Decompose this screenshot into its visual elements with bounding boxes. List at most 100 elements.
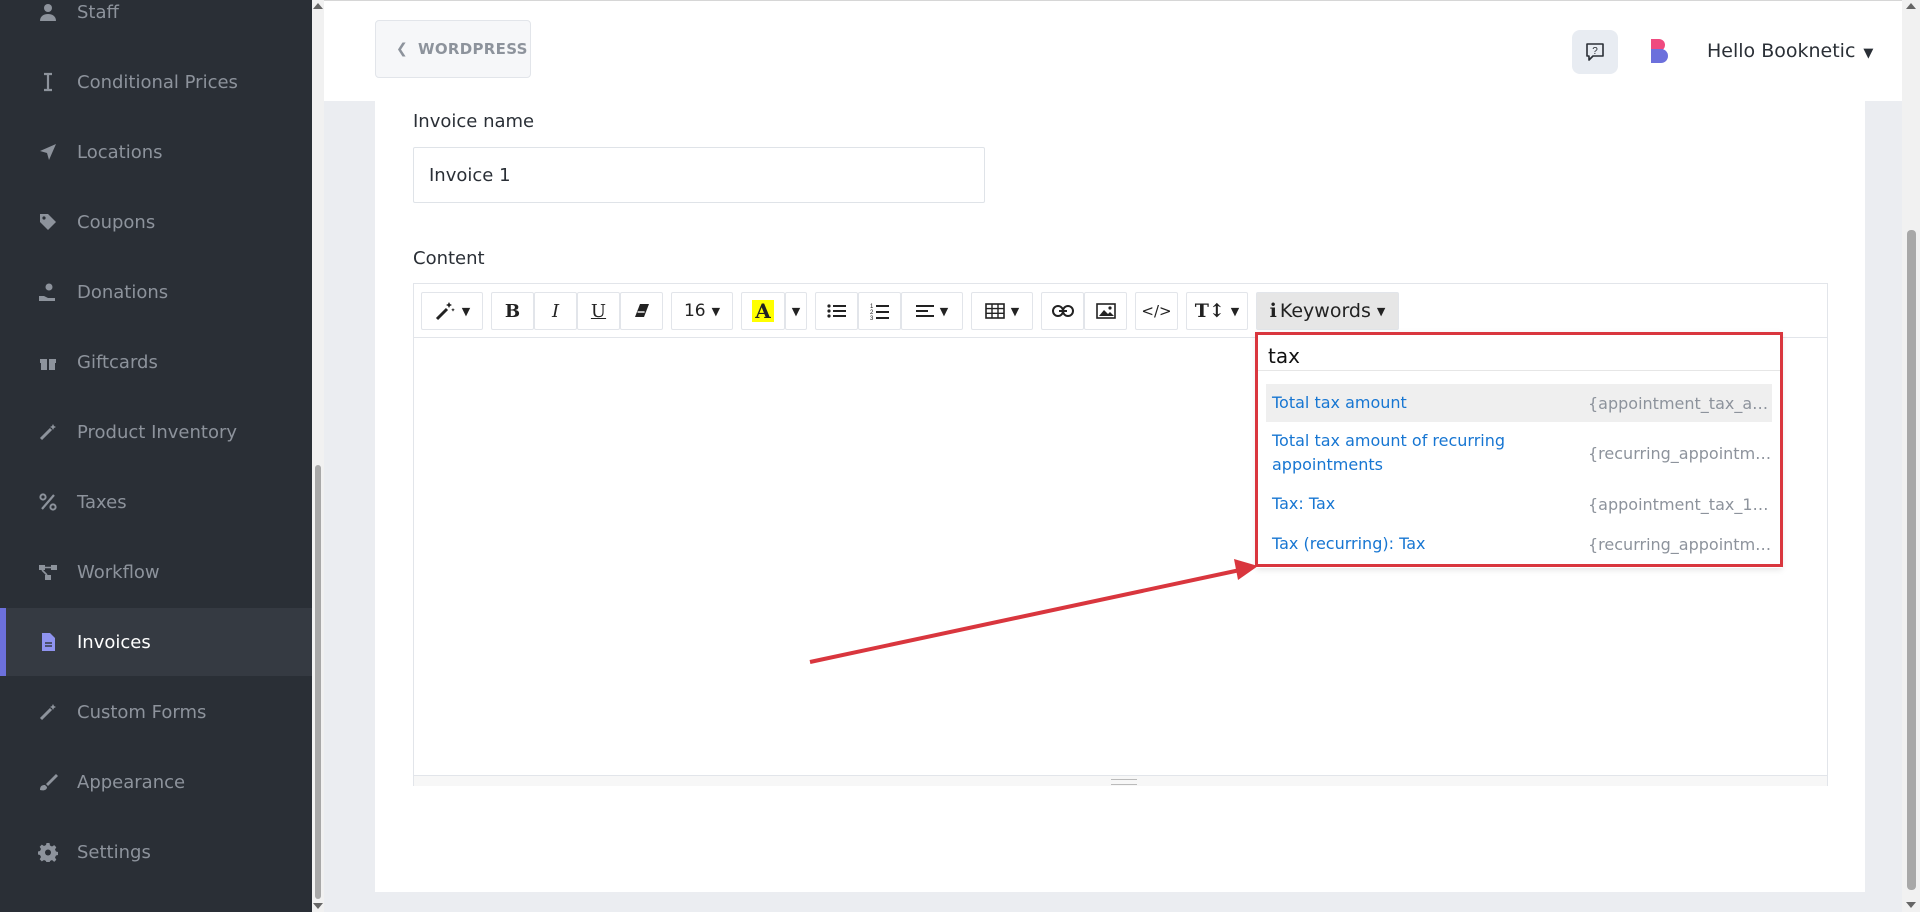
sidebar-item-label: Donations xyxy=(77,281,169,303)
page-scrollbar[interactable] xyxy=(1902,0,1920,912)
workflow-icon xyxy=(37,561,59,583)
keyword-name: Total tax amount of recurring appointmen… xyxy=(1272,431,1506,474)
italic-button[interactable]: I xyxy=(534,292,577,330)
sidebar-item-appearance[interactable]: Appearance xyxy=(0,748,312,816)
keyword-item[interactable]: Total tax amount {appointment_tax_amount… xyxy=(1266,384,1772,422)
gift-icon xyxy=(37,351,59,373)
sidebar-item-label: Product Inventory xyxy=(77,421,238,443)
magic-wand-icon xyxy=(435,302,455,321)
sidebar-item-settings[interactable]: Settings xyxy=(0,818,312,886)
align-left-icon xyxy=(915,305,934,317)
keyword-item[interactable]: Tax (recurring): Tax {recurring_appointm… xyxy=(1266,525,1772,563)
text-color-icon: A xyxy=(752,300,774,322)
sidebar-item-locations[interactable]: Locations xyxy=(0,118,312,186)
caret-down-icon: ▼ xyxy=(939,304,949,318)
keyword-item[interactable]: Total tax amount of recurring appointmen… xyxy=(1266,424,1772,482)
bold-icon: B xyxy=(504,300,521,322)
line-height-button[interactable]: T↕ ▼ xyxy=(1186,292,1248,330)
sidebar-item-label: Giftcards xyxy=(77,351,158,373)
hand-holding-icon xyxy=(37,281,59,303)
magic-wand-icon xyxy=(37,421,59,443)
sidebar-item-workflow[interactable]: Workflow xyxy=(0,538,312,606)
wordpress-back-button[interactable]: ❮ WORDPRESS xyxy=(375,20,531,78)
font-size-select[interactable]: 16 ▼ xyxy=(671,292,733,330)
ordered-list-button[interactable]: 123 xyxy=(858,292,901,330)
svg-text:?: ? xyxy=(1592,46,1598,57)
gear-icon xyxy=(37,841,59,863)
keyword-name: Tax (recurring): Tax xyxy=(1272,534,1426,553)
sidebar-item-label: Workflow xyxy=(77,561,160,583)
sidebar: Staff Conditional Prices Locations Coupo… xyxy=(0,0,312,912)
style-button[interactable]: ▼ xyxy=(421,292,483,330)
help-button[interactable]: ? xyxy=(1572,30,1618,74)
underline-button[interactable]: U xyxy=(577,292,620,330)
sidebar-scrollbar[interactable] xyxy=(312,0,324,912)
sidebar-item-label: Coupons xyxy=(77,211,156,233)
italic-icon: I xyxy=(551,300,560,322)
numbered-list-icon: 123 xyxy=(870,304,889,320)
sidebar-item-taxes[interactable]: Taxes xyxy=(0,468,312,536)
keyword-name: Total tax amount xyxy=(1272,393,1407,412)
keyword-code: {appointment_tax_1_amount} xyxy=(1588,494,1772,514)
caret-down-icon: ▼ xyxy=(1010,304,1020,318)
sidebar-item-conditional-prices[interactable]: Conditional Prices xyxy=(0,48,312,116)
user-icon xyxy=(37,1,59,23)
caret-down-icon: ▼ xyxy=(711,304,721,318)
content-label: Content xyxy=(413,248,485,269)
divider xyxy=(1258,370,1780,371)
font-size-value: 16 xyxy=(683,301,706,321)
editor-resize-bar[interactable] xyxy=(414,775,1827,786)
text-color-dropdown[interactable]: ▼ xyxy=(785,292,807,330)
keyword-item[interactable]: Tax: Tax {appointment_tax_1_amount} xyxy=(1266,485,1772,523)
sidebar-item-custom-forms[interactable]: Custom Forms xyxy=(0,678,312,746)
sidebar-item-coupons[interactable]: Coupons xyxy=(0,188,312,256)
chevron-down-icon: ▼ xyxy=(1863,46,1874,61)
paragraph-align-button[interactable]: ▼ xyxy=(901,292,963,330)
keyword-code: {appointment_tax_amount} xyxy=(1588,393,1772,413)
unordered-list-button[interactable] xyxy=(815,292,858,330)
caret-down-icon: ▼ xyxy=(791,304,801,318)
insert-image-button[interactable] xyxy=(1084,292,1127,330)
keywords-dropdown: Total tax amount {appointment_tax_amount… xyxy=(1256,332,1782,568)
bold-button[interactable]: B xyxy=(491,292,534,330)
editor-toolbar: ▼ B I U 16 ▼ A ▼ 123 ▼ ▼ </> T↕ ▼ i Keyw… xyxy=(414,284,1827,338)
sidebar-item-label: Custom Forms xyxy=(77,701,207,723)
sidebar-item-staff[interactable]: Staff xyxy=(0,0,312,46)
image-icon xyxy=(1095,303,1116,319)
keyword-code: {recurring_appointments_tax_1_amount} xyxy=(1588,534,1772,554)
sidebar-item-label: Taxes xyxy=(77,491,127,513)
keywords-search-input[interactable] xyxy=(1266,340,1778,372)
sidebar-item-giftcards[interactable]: Giftcards xyxy=(0,328,312,396)
location-arrow-icon xyxy=(37,141,59,163)
sidebar-item-label: Settings xyxy=(77,841,151,863)
resize-grip-icon xyxy=(1111,779,1137,785)
text-height-icon: T↕ xyxy=(1194,300,1225,322)
invoice-name-input[interactable]: Invoice 1 xyxy=(413,147,985,203)
sidebar-item-product-inventory[interactable]: Product Inventory xyxy=(0,398,312,466)
sidebar-item-invoices[interactable]: Invoices xyxy=(0,608,312,676)
sidebar-scrollbar-thumb[interactable] xyxy=(315,465,321,899)
eraser-icon xyxy=(634,304,649,317)
brush-icon xyxy=(37,771,59,793)
svg-text:3: 3 xyxy=(870,316,874,320)
sidebar-item-label: Staff xyxy=(77,1,119,23)
file-icon xyxy=(37,631,59,653)
bullet-list-icon xyxy=(826,304,846,318)
insert-link-button[interactable] xyxy=(1041,292,1084,330)
table-button[interactable]: ▼ xyxy=(971,292,1033,330)
user-menu[interactable]: Hello Booknetic ▼ xyxy=(1707,40,1873,62)
booknetic-logo xyxy=(1651,39,1668,63)
code-view-button[interactable]: </> xyxy=(1135,292,1178,330)
sidebar-item-donations[interactable]: Donations xyxy=(0,258,312,326)
info-icon: i xyxy=(1269,300,1277,322)
clear-format-button[interactable] xyxy=(620,292,663,330)
keyword-code: {recurring_appointments_tax_amount} xyxy=(1588,443,1772,463)
caret-down-icon: ▼ xyxy=(461,304,471,318)
page-scrollbar-thumb[interactable] xyxy=(1907,230,1916,890)
sidebar-item-label: Invoices xyxy=(77,631,151,653)
i-beam-icon xyxy=(37,71,59,93)
text-color-button[interactable]: A xyxy=(741,292,785,330)
keywords-button[interactable]: i Keywords ▼ xyxy=(1256,292,1399,330)
sidebar-item-label: Locations xyxy=(77,141,163,163)
caret-down-icon: ▼ xyxy=(1376,304,1386,318)
